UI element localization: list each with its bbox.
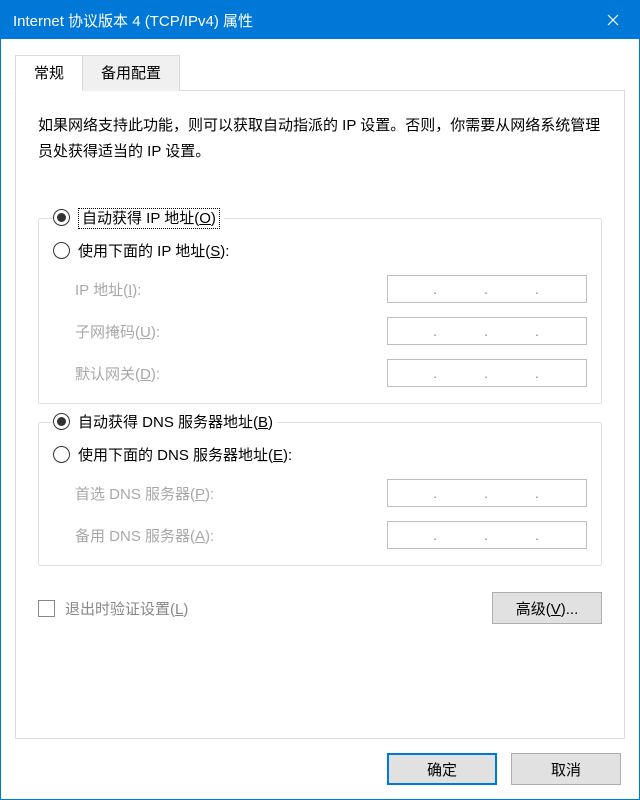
tabpanel-general: 如果网络支持此功能，则可以获取自动指派的 IP 设置。否则，你需要从网络系统管理… — [15, 90, 625, 739]
ip-group: 自动获得 IP 地址(O) 使用下面的 IP 地址(S): IP 地址(I): … — [38, 218, 602, 404]
dialog-content: 常规 备用配置 如果网络支持此功能，则可以获取自动指派的 IP 设置。否则，你需… — [1, 39, 639, 799]
cancel-button[interactable]: 取消 — [511, 753, 621, 785]
dialog-buttons: 确定 取消 — [15, 739, 625, 785]
label-ip-address: IP 地址(I): — [75, 279, 387, 300]
close-icon[interactable] — [587, 1, 639, 39]
tab-general[interactable]: 常规 — [15, 55, 83, 91]
intro-text: 如果网络支持此功能，则可以获取自动指派的 IP 设置。否则，你需要从网络系统管理… — [38, 113, 602, 164]
input-dns-preferred[interactable]: ... — [387, 479, 587, 507]
window-title: Internet 协议版本 4 (TCP/IPv4) 属性 — [13, 10, 587, 31]
checkbox-validate-on-exit[interactable] — [38, 600, 55, 617]
radio-dns-auto[interactable] — [53, 413, 70, 430]
tabstrip: 常规 备用配置 — [15, 55, 625, 91]
tab-alternate[interactable]: 备用配置 — [83, 55, 180, 91]
radio-dns-manual-label[interactable]: 使用下面的 DNS 服务器地址(E): — [78, 444, 292, 465]
radio-dns-auto-label[interactable]: 自动获得 DNS 服务器地址(B) — [78, 411, 273, 432]
input-dns-alternate[interactable]: ... — [387, 521, 587, 549]
titlebar: Internet 协议版本 4 (TCP/IPv4) 属性 — [1, 1, 639, 39]
radio-ip-manual[interactable] — [53, 242, 70, 259]
input-ip-address[interactable]: ... — [387, 275, 587, 303]
radio-ip-auto[interactable] — [53, 209, 70, 226]
dns-group: 自动获得 DNS 服务器地址(B) 使用下面的 DNS 服务器地址(E): 首选… — [38, 422, 602, 566]
ok-button[interactable]: 确定 — [387, 753, 497, 785]
label-subnet-mask: 子网掩码(U): — [75, 321, 387, 342]
checkbox-validate-label[interactable]: 退出时验证设置(L) — [65, 598, 492, 619]
radio-ip-auto-label[interactable]: 自动获得 IP 地址(O) — [78, 207, 220, 228]
label-dns-alternate: 备用 DNS 服务器(A): — [75, 525, 387, 546]
label-dns-preferred: 首选 DNS 服务器(P): — [75, 483, 387, 504]
input-default-gateway[interactable]: ... — [387, 359, 587, 387]
radio-ip-manual-label[interactable]: 使用下面的 IP 地址(S): — [78, 240, 229, 261]
advanced-button[interactable]: 高级(V)... — [492, 592, 602, 624]
input-subnet-mask[interactable]: ... — [387, 317, 587, 345]
properties-dialog: Internet 协议版本 4 (TCP/IPv4) 属性 常规 备用配置 如果… — [0, 0, 640, 800]
bottom-row: 退出时验证设置(L) 高级(V)... — [38, 592, 602, 624]
radio-dns-manual[interactable] — [53, 446, 70, 463]
label-default-gateway: 默认网关(D): — [75, 363, 387, 384]
